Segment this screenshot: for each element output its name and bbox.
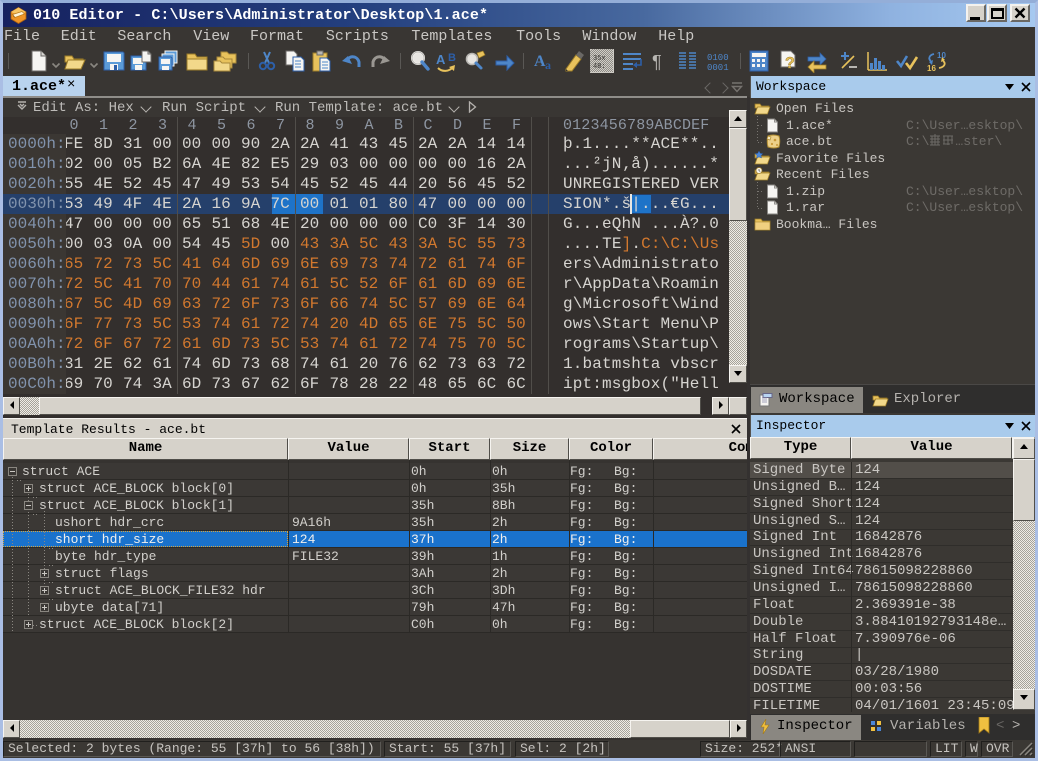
svg-text:a: a (545, 58, 551, 72)
svg-text:0001: 0001 (707, 63, 729, 73)
svg-text:B: B (448, 52, 456, 64)
svg-text:35x: 35x (593, 55, 606, 63)
svg-text:4B:: 4B: (593, 63, 606, 71)
svg-text:¶: ¶ (652, 52, 662, 72)
svg-text:16: 16 (927, 64, 936, 73)
svg-text:?: ? (785, 55, 795, 72)
svg-text:0100: 0100 (707, 53, 729, 63)
svg-text:A: A (436, 52, 446, 67)
